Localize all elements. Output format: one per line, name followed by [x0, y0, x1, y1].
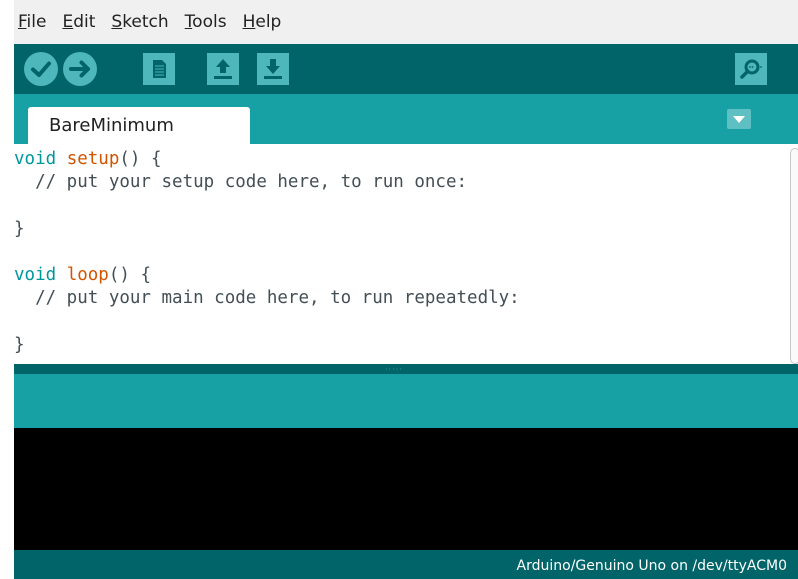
upload-button[interactable] [63, 52, 97, 86]
arduino-ide-window: File Edit Sketch Tools Help BareMinimum … [14, 0, 798, 579]
code-keyword: void [14, 149, 57, 169]
message-area [14, 374, 798, 428]
pane-divider[interactable]: ····· [14, 364, 798, 374]
new-sketch-button[interactable] [143, 53, 175, 85]
code-keyword: void [14, 265, 57, 286]
editor-scrollbar[interactable] [790, 148, 798, 364]
tab-menu-button[interactable] [727, 109, 751, 129]
code-token: } [14, 218, 25, 239]
code-comment: // put your main code here, to run repea… [14, 288, 520, 309]
new-icon [143, 53, 175, 85]
menu-bar: File Edit Sketch Tools Help [14, 0, 798, 44]
save-button[interactable] [257, 53, 289, 85]
verify-icon [24, 52, 58, 86]
console-output[interactable] [14, 428, 798, 550]
code-editor[interactable]: void setup() { // put your setup code he… [14, 144, 798, 364]
menu-file[interactable]: File [14, 12, 46, 32]
open-icon [207, 53, 239, 85]
code-function: loop [66, 265, 109, 286]
code-token: () { [108, 265, 152, 286]
tab-strip: BareMinimum [14, 94, 798, 144]
code-token: () { [119, 149, 162, 169]
tab-label: BareMinimum [49, 115, 174, 136]
serial-monitor-icon [735, 53, 767, 85]
open-button[interactable] [207, 53, 239, 85]
code-text: void setup() { // put your setup code he… [14, 148, 520, 357]
serial-monitor-button[interactable] [735, 53, 767, 85]
menu-sketch[interactable]: Sketch [107, 12, 168, 32]
divider-grip-icon: ····· [385, 365, 403, 374]
verify-button[interactable] [24, 52, 58, 86]
upload-icon [63, 52, 97, 86]
code-token: } [14, 334, 25, 355]
code-function: setup [66, 149, 120, 169]
toolbar [14, 44, 798, 94]
status-bar: Arduino/Genuino Uno on /dev/ttyACM0 [14, 550, 798, 579]
save-icon [257, 53, 289, 85]
board-port-status: Arduino/Genuino Uno on /dev/ttyACM0 [516, 558, 787, 574]
menu-help[interactable]: Help [239, 12, 282, 32]
code-comment: // put your setup code here, to run once… [14, 172, 468, 193]
tab-bareminimum[interactable]: BareMinimum [28, 107, 250, 144]
menu-tools[interactable]: Tools [181, 12, 227, 32]
menu-edit[interactable]: Edit [58, 12, 95, 32]
chevron-down-icon [733, 116, 745, 123]
